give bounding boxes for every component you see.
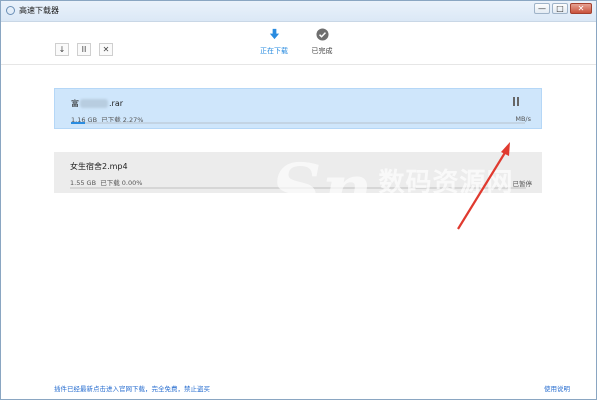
progress-fill bbox=[71, 122, 85, 124]
download-status: 已下载 0.00% bbox=[100, 179, 143, 187]
download-item[interactable]: 富 .rar 1.16 GB 已下载 2.27% MB/s bbox=[54, 88, 542, 129]
file-name-prefix: 富 bbox=[71, 99, 79, 108]
app-icon bbox=[6, 6, 15, 15]
pause-icon[interactable] bbox=[512, 97, 520, 106]
watermark-cn: 数码资源网 bbox=[378, 168, 514, 198]
file-name: 富 .rar bbox=[71, 98, 123, 109]
file-meta: 1.55 GB 已下载 0.00% bbox=[70, 177, 142, 187]
close-button[interactable]: ✕ bbox=[570, 3, 592, 14]
minimize-button[interactable]: — bbox=[534, 3, 550, 14]
file-size: 1.55 GB bbox=[70, 179, 97, 187]
progress-track bbox=[71, 122, 525, 124]
delete-all-button[interactable]: ✕ bbox=[99, 43, 113, 56]
footer: 插件已经最新点击进入官网下载，完全免费，禁止盗买 使用说明 bbox=[1, 378, 596, 399]
maximize-button[interactable]: □ bbox=[552, 3, 568, 14]
help-link[interactable]: 使用说明 bbox=[544, 383, 570, 393]
file-name: 女生宿舍2.mp4 bbox=[70, 162, 128, 171]
window-title: 高速下载器 bbox=[19, 6, 59, 15]
watermark-url: www.smzy.com bbox=[378, 199, 552, 218]
download-list: 富 .rar 1.16 GB 已下载 2.27% MB/s 女生宿舍2.mp4 1… bbox=[1, 65, 596, 377]
start-all-button[interactable]: ↓ bbox=[55, 43, 69, 56]
watermark-text: 数码资源网 www.smzy.com bbox=[378, 162, 551, 218]
file-name-suffix: .rar bbox=[109, 99, 124, 108]
watermark-logo: Sn bbox=[271, 148, 373, 231]
window-controls: — □ ✕ bbox=[534, 3, 592, 14]
official-site-link[interactable]: 插件已经最新点击进入官网下载，完全免费，禁止盗买 bbox=[54, 383, 210, 393]
watermark: Sn 数码资源网 www.smzy.com bbox=[271, 148, 552, 231]
app-window: 高速下载器 — □ ✕ ↓ II ✕ 正在下载 已完成 富 .rar 1.16 … bbox=[0, 0, 597, 400]
tab-downloading-label: 正在下载 bbox=[260, 47, 288, 55]
toolbar: ↓ II ✕ 正在下载 已完成 bbox=[1, 22, 596, 65]
tab-completed[interactable]: 已完成 bbox=[302, 28, 342, 56]
title-bar: 高速下载器 — □ ✕ bbox=[1, 1, 596, 22]
tab-completed-label: 已完成 bbox=[311, 47, 333, 55]
check-circle-icon bbox=[315, 28, 329, 41]
pause-all-button[interactable]: II bbox=[77, 43, 91, 56]
tab-downloading[interactable]: 正在下载 bbox=[254, 28, 294, 56]
download-icon bbox=[269, 28, 279, 40]
blurred-name bbox=[80, 99, 108, 108]
